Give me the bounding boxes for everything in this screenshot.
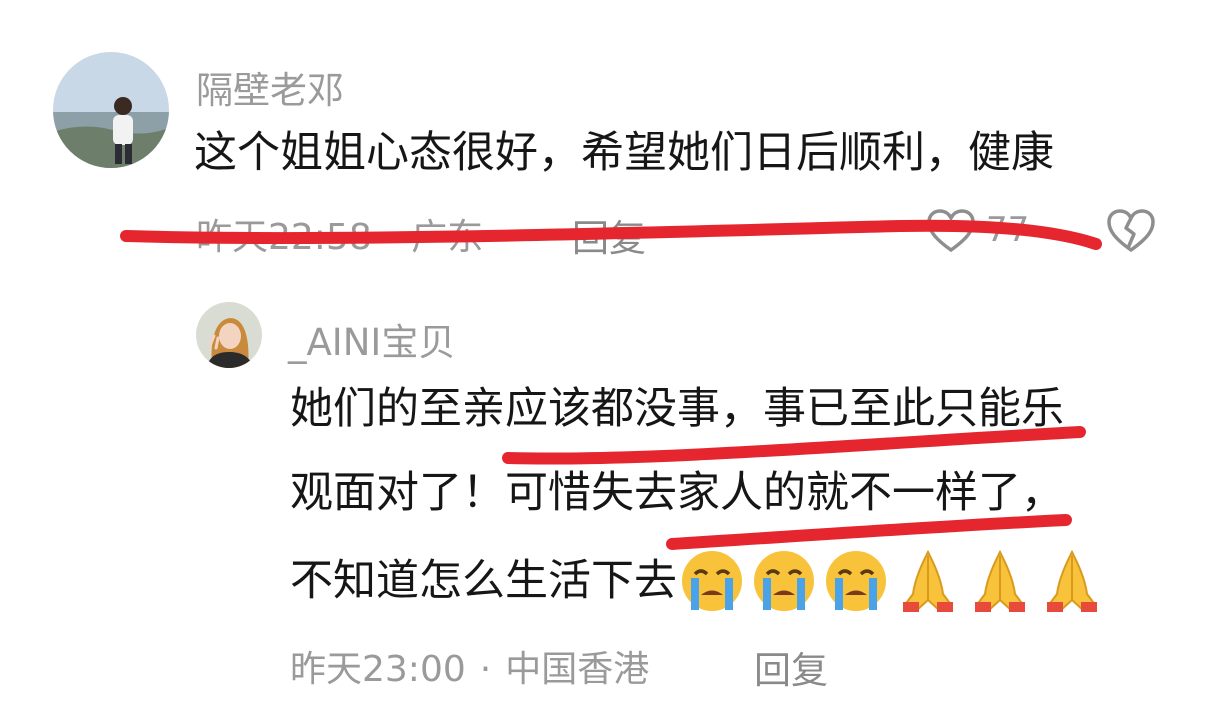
folded-hands-icon	[965, 548, 1037, 614]
reply-location: 中国香港	[505, 649, 650, 690]
reply-text-line: 她们的至亲应该都没事，事已至此只能乐	[290, 384, 1064, 434]
comment-location: 广东	[411, 217, 484, 258]
reply-avatar[interactable]	[196, 302, 262, 368]
comment-time: 昨天22:58	[196, 217, 372, 258]
comment-meta: 昨天22:58 · 广东	[196, 217, 484, 258]
folded-hands-icon	[1037, 548, 1109, 614]
reply-text-line-3: 不知道怎么生活下去	[290, 548, 1109, 614]
comment-author[interactable]: 隔壁老邓	[196, 60, 344, 114]
loudly-crying-face-icon	[821, 548, 893, 614]
avatar[interactable]	[53, 52, 169, 168]
folded-hands-icon	[893, 548, 965, 614]
reply-meta: 昨天23:00 · 中国香港	[290, 649, 650, 690]
loudly-crying-face-icon	[749, 548, 821, 614]
loudly-crying-face-icon	[677, 548, 749, 614]
reply-button[interactable]: 回复	[754, 640, 828, 694]
reply-time: 昨天23:00	[290, 649, 466, 690]
heart-icon[interactable]	[926, 208, 976, 254]
reply-author[interactable]: _AINI宝贝	[288, 312, 455, 366]
reply-text-line: 观面对了！可惜失去家人的就不一样了，	[290, 468, 1064, 518]
comment-text: 这个姐姐心态很好，希望她们日后顺利，健康	[194, 128, 1054, 178]
broken-heart-icon[interactable]	[1106, 208, 1156, 254]
reply-button[interactable]: 回复	[572, 208, 646, 262]
reply-text-line: 不知道怎么生活下去	[290, 556, 677, 606]
like-count: 77	[986, 210, 1030, 250]
